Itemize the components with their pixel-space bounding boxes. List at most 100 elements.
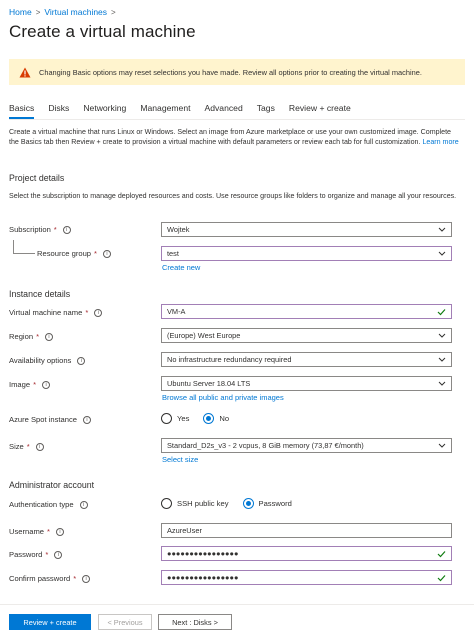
required-marker: * — [73, 574, 77, 583]
project-details-heading: Project details — [9, 173, 65, 183]
spot-instance-label: Azure Spot instance i — [9, 415, 91, 424]
tab-tags[interactable]: Tags — [257, 103, 275, 119]
info-icon[interactable]: i — [82, 574, 91, 583]
auth-type-label: Authentication type i — [9, 500, 88, 509]
info-icon[interactable]: i — [82, 415, 91, 424]
tab-basics[interactable]: Basics — [9, 103, 35, 119]
password-input[interactable]: ●●●●●●●●●●●●●●●● — [161, 546, 452, 561]
subscription-label-text: Subscription — [9, 225, 51, 234]
info-icon[interactable]: i — [42, 380, 51, 389]
size-select[interactable]: Standard_D2s_v3 - 2 vcpus, 8 GiB memory … — [161, 438, 452, 453]
username-value: AzureUser — [167, 526, 202, 535]
spot-instance-label-text: Azure Spot instance — [9, 415, 77, 424]
required-marker: * — [85, 308, 89, 317]
checkmark-icon — [437, 551, 446, 558]
learn-more-link[interactable]: Learn more — [422, 138, 458, 146]
region-value: (Europe) West Europe — [167, 331, 241, 340]
subscription-label: Subscription * i — [9, 225, 71, 234]
browse-images-link[interactable]: Browse all public and private images — [162, 393, 284, 402]
select-size-link[interactable]: Select size — [162, 455, 198, 464]
vm-name-label-text: Virtual machine name — [9, 308, 83, 317]
info-icon[interactable]: i — [54, 550, 63, 559]
info-icon[interactable]: i — [56, 527, 64, 536]
chevron-down-icon — [438, 227, 446, 232]
username-input[interactable]: AzureUser — [161, 523, 452, 538]
vm-name-value: VM-A — [167, 307, 186, 316]
radio-button[interactable] — [161, 498, 172, 509]
confirm-password-value: ●●●●●●●●●●●●●●●● — [167, 573, 239, 582]
subscription-value: Wojtek — [167, 225, 190, 234]
image-label: Image * i — [9, 380, 51, 389]
chevron-right-icon: > — [35, 7, 41, 17]
chevron-right-icon: > — [111, 7, 116, 17]
required-marker: * — [94, 249, 98, 258]
info-icon[interactable]: i — [45, 332, 54, 341]
size-value: Standard_D2s_v3 - 2 vcpus, 8 GiB memory … — [167, 441, 364, 450]
info-icon[interactable]: i — [35, 442, 44, 451]
confirm-password-label: Confirm password * i — [9, 574, 91, 583]
auth-ssh-label: SSH public key — [177, 499, 229, 508]
intro-description: Create a virtual machine that runs Linux… — [9, 128, 451, 146]
availability-options-label: Availability options i — [9, 356, 86, 365]
review-create-button[interactable]: Review + create — [9, 614, 91, 630]
region-label-text: Region — [9, 332, 34, 341]
info-icon[interactable]: i — [103, 249, 112, 258]
radio-button-selected[interactable] — [242, 498, 254, 509]
required-marker: * — [45, 550, 49, 559]
required-marker: * — [26, 442, 30, 451]
spot-yes-option[interactable]: Yes — [161, 413, 189, 424]
image-select[interactable]: Ubuntu Server 18.04 LTS — [161, 376, 452, 391]
previous-button[interactable]: < Previous — [98, 614, 152, 630]
chevron-down-icon — [438, 381, 446, 386]
chevron-down-icon — [438, 357, 446, 362]
tab-review-create[interactable]: Review + create — [289, 103, 351, 119]
required-marker: * — [33, 380, 37, 389]
password-label-text: Password — [9, 550, 43, 559]
project-details-description: Select the subscription to manage deploy… — [9, 192, 457, 200]
auth-password-option[interactable]: Password — [242, 498, 292, 509]
info-icon[interactable]: i — [62, 225, 71, 234]
breadcrumb-home[interactable]: Home — [9, 7, 32, 17]
tab-disks[interactable]: Disks — [48, 103, 69, 119]
breadcrumb-virtual-machines[interactable]: Virtual machines — [44, 7, 107, 17]
region-select[interactable]: (Europe) West Europe — [161, 328, 452, 343]
tabs-divider — [9, 119, 465, 120]
availability-options-select[interactable]: No infrastructure redundancy required — [161, 352, 452, 367]
auth-type-label-text: Authentication type — [9, 500, 74, 509]
chevron-down-icon — [438, 333, 446, 338]
tab-networking[interactable]: Networking — [83, 103, 126, 119]
spot-no-label: No — [219, 414, 230, 423]
info-icon[interactable]: i — [94, 308, 103, 317]
create-new-link[interactable]: Create new — [162, 263, 200, 272]
radio-button[interactable] — [161, 413, 172, 424]
confirm-password-input[interactable]: ●●●●●●●●●●●●●●●● — [161, 570, 452, 585]
auth-ssh-option[interactable]: SSH public key — [161, 498, 229, 509]
username-label-text: Username — [9, 527, 45, 536]
auth-type-radio-group: SSH public key Password — [161, 498, 306, 509]
resource-group-label: Resource group * i — [37, 249, 112, 258]
required-marker: * — [36, 332, 40, 341]
intro-text: Create a virtual machine that runs Linux… — [9, 127, 459, 147]
image-value: Ubuntu Server 18.04 LTS — [167, 379, 251, 388]
spot-no-option[interactable]: No — [203, 413, 229, 424]
breadcrumb: Home > Virtual machines > — [9, 7, 116, 17]
spot-instance-radio-group: Yes No — [161, 413, 243, 424]
radio-button-selected[interactable] — [203, 413, 215, 424]
info-icon[interactable]: i — [77, 356, 86, 365]
password-label: Password * i — [9, 550, 63, 559]
next-disks-button[interactable]: Next : Disks > — [158, 614, 232, 630]
availability-options-value: No infrastructure redundancy required — [167, 355, 292, 364]
region-label: Region * i — [9, 332, 54, 341]
chevron-down-icon — [438, 251, 446, 256]
chevron-down-icon — [438, 443, 446, 448]
subscription-select[interactable]: Wojtek — [161, 222, 452, 237]
resource-group-select[interactable]: test — [161, 246, 452, 261]
info-icon[interactable]: i — [79, 500, 88, 509]
spot-yes-label: Yes — [177, 414, 190, 423]
vm-name-input[interactable]: VM-A — [161, 304, 452, 319]
instance-details-heading: Instance details — [9, 289, 71, 299]
required-marker: * — [47, 527, 50, 536]
tab-management[interactable]: Management — [140, 103, 190, 119]
vm-name-label: Virtual machine name * i — [9, 308, 103, 317]
tab-advanced[interactable]: Advanced — [205, 103, 243, 119]
